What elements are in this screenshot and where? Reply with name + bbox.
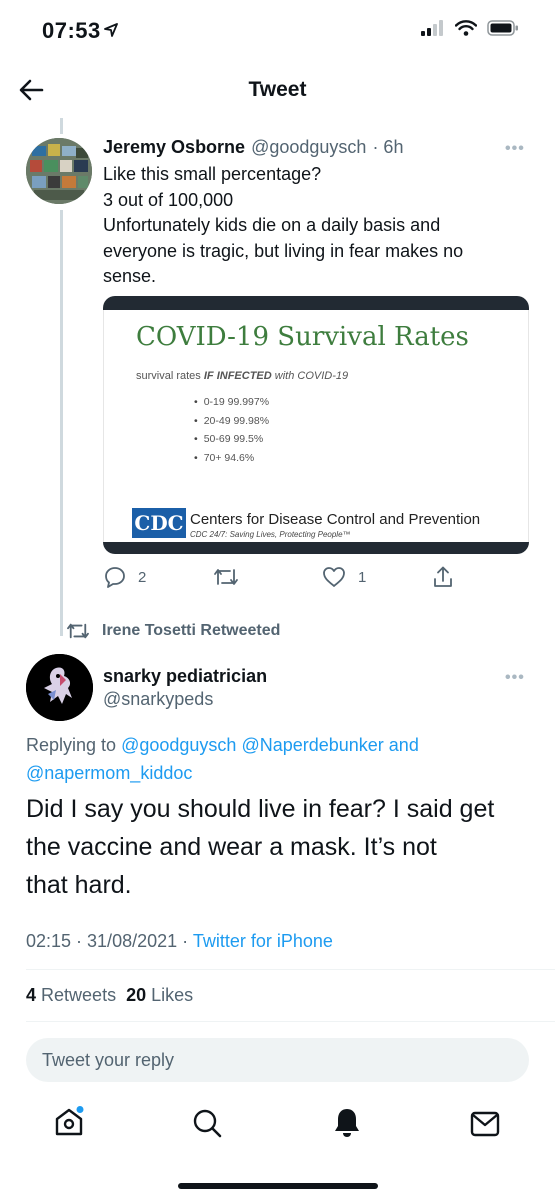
parent-author-handle[interactable]: @goodguysch xyxy=(251,137,366,158)
divider xyxy=(26,1021,555,1022)
heart-icon xyxy=(322,566,346,588)
avatar[interactable] xyxy=(26,138,92,204)
survival-rate-item: 20-49 99.98% xyxy=(194,415,269,427)
more-options-icon[interactable]: ••• xyxy=(505,140,525,158)
more-options-icon[interactable]: ••• xyxy=(505,669,525,687)
status-icons xyxy=(421,20,519,36)
main-tweet-text: Did I say you should live in fear? I sai… xyxy=(26,790,546,904)
retweets-stat[interactable]: 4 Retweets xyxy=(26,985,116,1006)
page-title: Tweet xyxy=(248,78,307,101)
retweet-icon xyxy=(213,566,239,588)
main-author-name[interactable]: snarky pediatrician xyxy=(103,666,267,687)
divider xyxy=(26,969,555,970)
tweet-text-line: sense. xyxy=(103,266,157,286)
replying-prefix: Replying to xyxy=(26,735,122,755)
thread-line-top xyxy=(60,118,63,134)
mention-and: and xyxy=(383,735,419,755)
tweet-image[interactable]: COVID-19 Survival Rates survival rates I… xyxy=(103,296,529,554)
like-count: 1 xyxy=(358,568,367,586)
retweet-icon xyxy=(66,621,90,641)
signal-icon xyxy=(421,20,445,36)
notifications-icon[interactable] xyxy=(332,1107,362,1139)
battery-icon xyxy=(487,20,519,36)
retweet-context-text: Irene Tosetti Retweeted xyxy=(102,622,281,639)
share-button[interactable] xyxy=(432,565,454,589)
tweet-text-line: everyone is tragic, but living in fear m… xyxy=(103,240,464,261)
likes-stat[interactable]: 20 Likes xyxy=(126,985,193,1006)
reply-button[interactable]: 2 xyxy=(104,566,146,588)
tweet-text-line: 3 out of 100,000 xyxy=(103,189,234,210)
image-subtitle: survival rates IF INFECTED with COVID-19 xyxy=(136,370,349,382)
cdc-tagline: CDC 24/7: Saving Lives, Protecting Peopl… xyxy=(190,530,351,539)
mention-link[interactable]: @goodguysch xyxy=(121,735,236,755)
parent-tweet-text: Like this small percentage? 3 out of 100… xyxy=(103,162,533,290)
home-icon[interactable] xyxy=(53,1106,85,1138)
image-title: COVID-19 Survival Rates xyxy=(136,322,469,352)
messages-icon[interactable] xyxy=(470,1111,500,1137)
timestamp-text: 02:15 · 31/08/2021 · xyxy=(26,931,193,951)
home-indicator xyxy=(178,1183,378,1189)
survival-rate-list: 0-19 99.997% 20-49 99.98% 50-69 99.5% 70… xyxy=(194,396,269,470)
status-time: 07:53 xyxy=(42,18,101,43)
tweet-source-link[interactable]: Twitter for iPhone xyxy=(193,931,333,951)
tweet-text-line: Did I say you should live in fear? I sai… xyxy=(26,795,495,823)
main-author-handle[interactable]: @snarkypeds xyxy=(103,689,213,710)
thread-line xyxy=(60,210,63,636)
replying-to: Replying to @goodguysch @Naperdebunker a… xyxy=(26,731,526,787)
survival-rate-item: 0-19 99.997% xyxy=(194,396,269,408)
location-arrow-icon xyxy=(104,23,118,37)
share-icon xyxy=(432,565,454,589)
tweet-timestamp: 02:15 · 31/08/2021 · Twitter for iPhone xyxy=(26,931,333,952)
parent-author-name[interactable]: Jeremy Osborne xyxy=(103,137,245,158)
tweet-text-line: the vaccine and wear a mask. It’s not xyxy=(26,833,437,861)
reply-input[interactable]: Tweet your reply xyxy=(26,1038,529,1082)
tweet-stats: 4 Retweets 20 Likes xyxy=(26,985,193,1006)
reply-count: 2 xyxy=(138,568,147,586)
likes-label: Likes xyxy=(151,985,194,1005)
retweets-count: 4 xyxy=(26,985,37,1005)
tweet-text-line: that hard. xyxy=(26,871,132,899)
search-icon[interactable] xyxy=(192,1108,222,1138)
mention-link[interactable]: @napermom_kiddoc xyxy=(26,763,192,783)
avatar[interactable] xyxy=(26,654,93,721)
survival-rate-item: 50-69 99.5% xyxy=(194,433,269,445)
retweet-button[interactable] xyxy=(213,566,239,588)
tweet-text-line: Like this small percentage? xyxy=(103,164,322,184)
mention-link[interactable]: @Naperdebunker xyxy=(241,735,383,755)
parent-time[interactable]: · 6h xyxy=(372,137,403,158)
retweets-label: Retweets xyxy=(41,985,117,1005)
reply-icon xyxy=(104,566,126,588)
like-button[interactable]: 1 xyxy=(322,566,366,588)
tweet-text-line: Unfortunately kids die on a daily basis … xyxy=(103,215,441,235)
cdc-logo: CDC xyxy=(132,508,186,538)
retweet-context[interactable]: Irene Tosetti Retweeted xyxy=(66,621,280,641)
likes-count: 20 xyxy=(126,985,147,1005)
cdc-org-name: Centers for Disease Control and Preventi… xyxy=(190,511,481,528)
wifi-icon xyxy=(455,20,477,36)
survival-rate-item: 70+ 94.6% xyxy=(194,452,269,464)
